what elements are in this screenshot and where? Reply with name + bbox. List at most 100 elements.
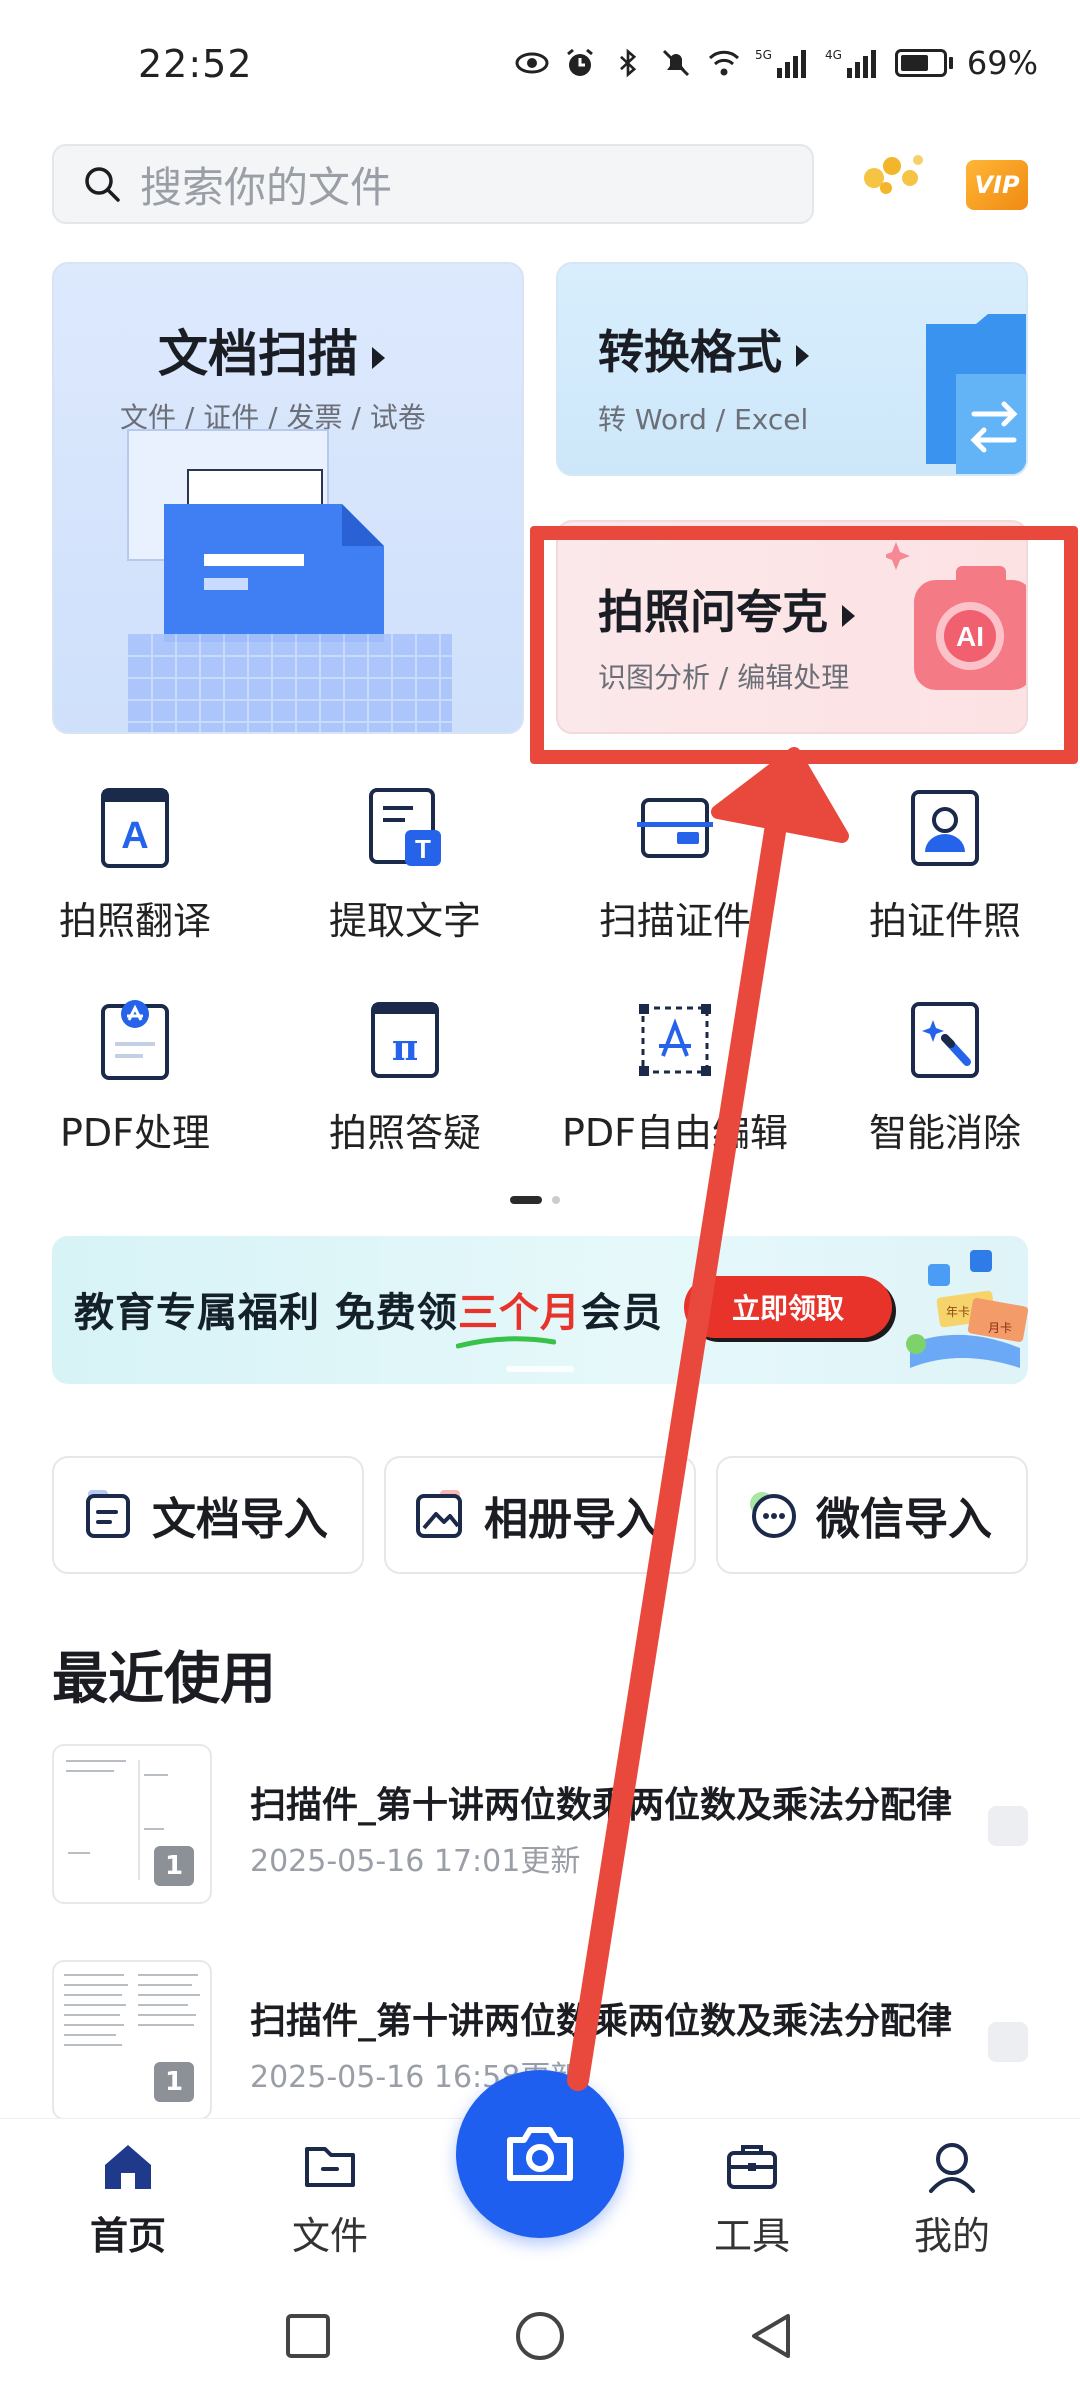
pdf-edit-icon [639,1004,711,1076]
file-thumbnail: 1 [52,1744,212,1904]
toolbox-icon [727,2145,777,2189]
svg-text:T: T [415,834,431,864]
promo-text: 教育专属福利 免费领三个月会员 [74,1290,663,1336]
select-checkbox[interactable] [988,1806,1028,1846]
promo-indicator [506,1366,574,1372]
select-checkbox[interactable] [988,2022,1028,2062]
eye-icon [515,46,549,80]
wifi-icon [707,46,741,80]
image-import-icon [416,1490,462,1538]
id-photo-icon [911,790,979,866]
nav-files[interactable]: 文件 [250,2137,410,2260]
tool-label: 拍照答疑 [328,1111,481,1155]
coins-icon[interactable] [860,148,930,198]
promo-books-illustration: 年卡 月卡 [906,1250,1028,1368]
convert-format-title: 转换格式 [598,316,809,382]
tool-pdf-process[interactable]: PDF处理 [20,998,250,1188]
tool-photo-translate[interactable]: A 拍照翻译 [20,786,250,976]
bluetooth-icon [611,46,645,80]
pi-icon: π [371,1002,439,1078]
nav-home[interactable]: 首页 [48,2137,208,2260]
svg-text:4G: 4G [825,48,842,62]
tool-label: 智能消除 [868,1111,1021,1155]
id-card-icon [637,798,713,858]
camera-button[interactable] [456,2070,624,2238]
tool-pdf-edit[interactable]: PDF自由编辑 [560,998,790,1188]
document-import-icon [86,1490,130,1538]
import-label: 微信导入 [816,1494,992,1545]
tool-photo-answer[interactable]: π 拍照答疑 [290,998,520,1188]
extract-text-icon: T [369,788,441,866]
battery-percent: 69% [966,44,1038,82]
tool-scan-id[interactable]: 扫描证件 [560,786,790,976]
signal-5g-icon: 5G [755,46,811,80]
svg-text:A: A [121,815,148,857]
tool-label: 提取文字 [328,899,481,943]
signal-4g-icon: 4G [825,46,881,80]
tool-label: 扫描证件 [598,899,751,943]
file-updated-time: 2025-05-16 17:01更新 [250,1844,581,1879]
ask-quark-subtitle: 识图分析 / 编辑处理 [598,661,850,694]
album-import-button[interactable]: 相册导入 [384,1456,696,1574]
ask-quark-title: 拍照问夸克 [598,576,855,642]
folder-convert-icon [926,314,1026,474]
svg-text:π: π [392,1027,418,1069]
chevron-right-icon [796,344,809,367]
nav-tools[interactable]: 工具 [672,2137,832,2260]
file-name: 扫描件_第十讲两位数乘两位数及乘法分配律 [250,2001,953,2042]
import-label: 相册导入 [484,1494,660,1545]
tool-label: PDF自由编辑 [561,1111,789,1155]
tool-extract-text[interactable]: T 提取文字 [290,786,520,976]
mute-bell-icon [659,46,693,80]
ai-camera-icon: AI [886,542,1026,690]
alarm-icon [563,46,597,80]
tool-label: 拍照翻译 [58,899,211,943]
svg-text:年卡: 年卡 [946,1305,970,1319]
file-thumbnail: 1 [52,1960,212,2120]
magic-erase-icon [911,1002,979,1078]
svg-text:AI: AI [956,621,984,652]
svg-text:月卡: 月卡 [988,1321,1012,1335]
recent-file-item[interactable]: 1 扫描件_第十讲两位数乘两位数及乘法分配律 2025-05-16 17:01更… [52,1744,1028,1904]
back-triangle-icon[interactable] [744,2308,800,2364]
home-circle-icon[interactable] [512,2308,568,2364]
file-name: 扫描件_第十讲两位数乘两位数及乘法分配律 [250,1785,953,1826]
user-icon [929,2143,975,2193]
tool-label: 拍证件照 [868,899,1021,943]
convert-format-subtitle: 转 Word / Excel [598,403,809,436]
status-time: 22:52 [138,42,253,86]
document-scan-card[interactable]: 文档扫描 文件 / 证件 / 发票 / 试卷 [52,262,524,734]
wechat-icon [750,1492,796,1538]
status-bar: 22:52 5G 4G 69% [0,0,1080,130]
tool-magic-erase[interactable]: 智能消除 [830,998,1060,1188]
page-count-badge: 1 [154,1846,194,1886]
chevron-right-icon [842,604,855,627]
tool-label: PDF处理 [59,1111,211,1155]
folder-icon [305,2147,355,2187]
wechat-import-button[interactable]: 微信导入 [716,1456,1028,1574]
claim-now-button[interactable]: 立即领取 [684,1276,892,1338]
vip-badge[interactable]: VIP [966,160,1028,210]
education-promo-banner[interactable]: 教育专属福利 免费领三个月会员 立即领取 年卡 月卡 [52,1236,1028,1384]
search-placeholder: 搜索你的文件 [140,162,393,212]
convert-format-card[interactable]: 转换格式 转 Word / Excel [556,262,1028,476]
page-count-badge: 1 [154,2062,194,2102]
camera-icon [507,2127,573,2181]
tool-id-photo[interactable]: 拍证件照 [830,786,1060,976]
ask-quark-card[interactable]: 拍照问夸克 识图分析 / 编辑处理 AI [556,520,1028,734]
document-import-button[interactable]: 文档导入 [52,1456,364,1574]
nav-me[interactable]: 我的 [872,2137,1032,2260]
svg-text:5G: 5G [755,48,772,62]
translate-icon: A [101,788,169,868]
pdf-icon [101,1000,169,1080]
search-input[interactable]: 搜索你的文件 [52,144,814,224]
recent-apps-icon[interactable] [280,2308,336,2364]
system-nav-bar [0,2268,1080,2400]
status-icons: 5G 4G 69% [515,44,1038,82]
document-scan-illustration [127,429,452,732]
battery-icon [894,49,953,77]
recent-section-title: 最近使用 [52,1647,276,1712]
home-icon [105,2145,151,2189]
page-indicator [510,1196,560,1204]
search-icon [85,167,120,202]
